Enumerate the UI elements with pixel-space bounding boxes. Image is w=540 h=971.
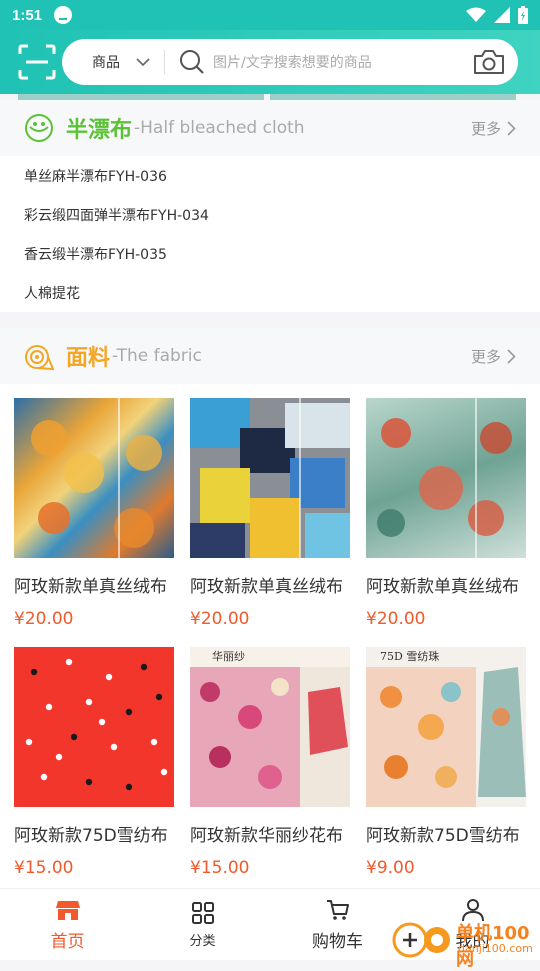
polka-dot (30, 668, 38, 676)
product-card[interactable]: 阿玫新款单真丝绒布 ¥20.00 (14, 398, 174, 639)
product-image[interactable]: 华丽纱 (190, 647, 350, 807)
product-price: ¥15.00 (190, 858, 250, 878)
product-image[interactable] (14, 398, 174, 558)
banner-strip[interactable] (0, 94, 540, 100)
polka-dot (65, 658, 73, 666)
section-subtitle: -The fabric (112, 346, 202, 366)
list-item[interactable]: 彩云缎四面弹半漂布FYH-034 (24, 195, 516, 234)
download-icon (54, 6, 73, 24)
status-bar: 1:51 (0, 0, 540, 30)
polka-dots (25, 658, 168, 791)
polka-dot (160, 768, 168, 776)
product-name: 阿玫新款华丽纱花布 (190, 826, 343, 846)
wifi-icon (466, 7, 486, 22)
tab-label: 购物车 (312, 932, 363, 952)
product-price: ¥15.00 (14, 858, 74, 878)
polka-dot (155, 693, 163, 701)
main-content: 半漂布 -Half bleached cloth 更多 单丝麻半漂布FYH-03… (0, 94, 540, 888)
polka-dot (98, 718, 106, 726)
section-title: 面料 (66, 346, 111, 371)
fabric-roll-icon (25, 345, 54, 371)
product-name: 阿玫新款75D雪纺布 (366, 826, 520, 846)
list-item[interactable]: 人棉提花 (24, 273, 516, 312)
more-link[interactable]: 更多 (471, 346, 516, 367)
grid-icon (191, 902, 214, 924)
product-image[interactable] (190, 398, 350, 558)
polka-dot (140, 663, 148, 671)
scan-icon[interactable] (18, 44, 56, 80)
watermark-url: danji100.com (458, 942, 533, 955)
product-card[interactable]: 阿玫新款单真丝绒布 ¥20.00 (190, 398, 350, 639)
polka-dot (55, 753, 63, 761)
product-image[interactable] (366, 398, 526, 558)
tab-cart[interactable]: 购物车 (270, 889, 405, 960)
product-card[interactable]: 阿玫新款75D雪纺布 ¥15.00 (14, 647, 174, 888)
polka-dot (85, 778, 93, 786)
camera-icon[interactable] (472, 48, 506, 76)
polka-dot (110, 743, 118, 751)
section-header-fabric: 面料 -The fabric 更多 (0, 328, 540, 384)
product-name: 阿玫新款单真丝绒布 (190, 577, 343, 597)
polka-dot (105, 673, 113, 681)
chevron-down-icon (136, 57, 150, 66)
tab-label: 分类 (189, 934, 216, 949)
more-link[interactable]: 更多 (471, 118, 516, 139)
cloth-roll-icon (25, 114, 53, 142)
more-label: 更多 (470, 119, 501, 138)
signal-icon (494, 7, 510, 23)
header: 商品 图片/文字搜索想要的商品 (0, 30, 540, 94)
polka-dot (85, 698, 93, 706)
product-card[interactable]: 75D 雪纺珠 阿玫新款75D雪纺布 ¥9.00 (366, 647, 526, 888)
product-price: ¥9.00 (366, 858, 415, 878)
cart-icon (326, 900, 349, 920)
polka-dot (150, 738, 158, 746)
product-price: ¥20.00 (366, 609, 426, 629)
product-card[interactable]: 阿玫新款单真丝绒布 ¥20.00 (366, 398, 526, 639)
half-bleached-list: 单丝麻半漂布FYH-036 彩云缎四面弹半漂布FYH-034 香云缎半漂布FYH… (0, 156, 540, 312)
tab-home[interactable]: 首页 (0, 889, 135, 960)
tab-category[interactable]: 分类 (135, 889, 270, 960)
battery-icon (518, 6, 528, 24)
section-title: 半漂布 (66, 118, 133, 143)
status-icons (466, 6, 528, 24)
product-name: 阿玫新款单真丝绒布 (366, 577, 519, 597)
product-price: ¥20.00 (190, 609, 250, 629)
product-name: 阿玫新款单真丝绒布 (14, 577, 167, 597)
search-input[interactable]: 图片/文字搜索想要的商品 (213, 52, 472, 72)
image-caption: 华丽纱 (212, 650, 245, 663)
product-image[interactable]: 75D 雪纺珠 (366, 647, 526, 807)
polka-dot (25, 738, 33, 746)
category-select[interactable]: 商品 (62, 52, 164, 72)
tab-label: 首页 (50, 932, 85, 952)
image-caption: 75D 雪纺珠 (380, 650, 440, 663)
product-price: ¥20.00 (14, 609, 74, 629)
section-subtitle: -Half bleached cloth (134, 118, 305, 138)
product-grid: 阿玫新款单真丝绒布 ¥20.00 阿玫新款单真丝绒布 ¥20.00 阿玫新款单真… (0, 384, 540, 888)
product-card[interactable]: 华丽纱 阿玫新款华丽纱花布 ¥15.00 (190, 647, 350, 888)
product-image[interactable] (14, 647, 174, 807)
polka-dot (40, 773, 48, 781)
section-header-half-bleached: 半漂布 -Half bleached cloth 更多 (0, 100, 540, 156)
status-time: 1:51 (12, 6, 43, 24)
search-icon[interactable] (179, 49, 205, 75)
polka-dot (45, 703, 53, 711)
category-label: 商品 (92, 55, 120, 71)
list-item[interactable]: 香云缎半漂布FYH-035 (24, 234, 516, 273)
product-name: 阿玫新款75D雪纺布 (14, 826, 168, 846)
watermark-logo-icon (392, 922, 450, 958)
more-label: 更多 (470, 347, 501, 366)
list-item[interactable]: 单丝麻半漂布FYH-036 (24, 156, 516, 195)
polka-dot (70, 733, 78, 741)
shop-icon (55, 901, 80, 920)
polka-dot (125, 783, 133, 791)
watermark: 单机100网 danji100.com (392, 916, 538, 970)
chevron-right-icon (507, 120, 516, 136)
search-bar[interactable]: 商品 图片/文字搜索想要的商品 (62, 39, 518, 85)
chevron-right-icon (507, 348, 516, 364)
search-divider (164, 50, 165, 74)
polka-dot (125, 708, 133, 716)
